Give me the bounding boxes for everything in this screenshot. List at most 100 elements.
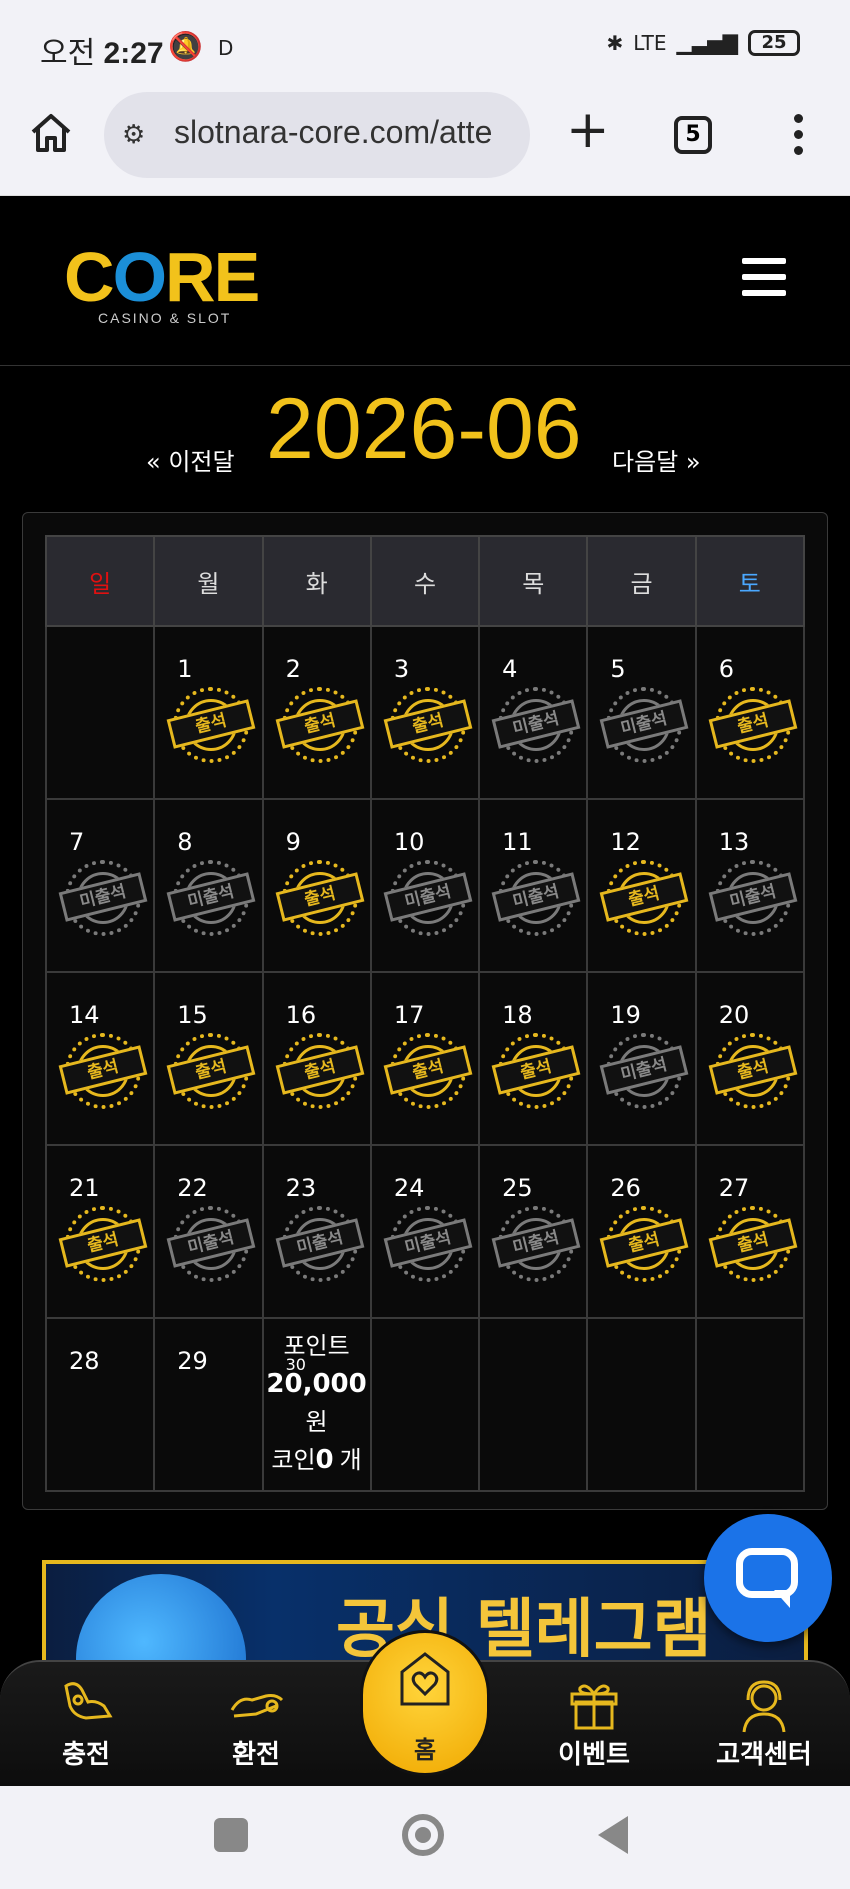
system-home-icon[interactable] xyxy=(402,1814,444,1856)
points-value: 20,000 xyxy=(266,1369,367,1399)
coin-label: 코인 xyxy=(271,1446,316,1474)
absent-stamp-icon: 미출석 xyxy=(491,687,581,763)
system-navigation-bar xyxy=(0,1786,850,1889)
status-time: 오전 2:27 xyxy=(40,28,164,72)
day-number: 28 xyxy=(69,1347,100,1375)
calendar-day-cell: 1 출석 xyxy=(153,625,264,800)
calendar-day-cell: 24 미출석 xyxy=(369,1144,481,1319)
day-number: 12 xyxy=(610,828,641,856)
calendar-week-row: 14 출석 15 출석 16 출석 17 출석 18 출석 19 미출석 20 출석 xyxy=(44,971,806,1146)
status-bar: 오전 2:27 🔕 D ✱ LTE ▁▃▅▇ 25 xyxy=(0,0,850,90)
weekday-fri: 금 xyxy=(586,535,697,627)
new-tab-icon[interactable]: + xyxy=(566,100,610,160)
calendar-day-cell: 25 미출석 xyxy=(478,1144,589,1319)
site-settings-icon[interactable]: ⚙ xyxy=(122,120,145,150)
nav-event[interactable]: 이벤트 xyxy=(534,1676,654,1771)
calendar-day-cell: 27 출석 xyxy=(694,1144,806,1319)
day-number: 30 xyxy=(285,1355,306,1374)
calendar-day-cell: 21 출석 xyxy=(44,1144,156,1319)
recent-apps-icon[interactable] xyxy=(214,1818,248,1852)
day-number: 8 xyxy=(177,828,193,856)
day-number: 1 xyxy=(177,655,193,683)
calendar-day-cell: 8 미출석 xyxy=(153,798,264,973)
calendar-week-row: 1 출석 2 출석 3 출석 4 미출석 5 미출석 6 출석 xyxy=(44,625,806,800)
attended-stamp-icon: 출석 xyxy=(383,687,473,763)
status-indicator: D xyxy=(218,36,234,60)
live-chat-button[interactable] xyxy=(704,1514,832,1642)
weekday-header-row: 일 월 화 수 목 금 토 xyxy=(44,535,806,627)
day-number: 18 xyxy=(502,1001,533,1029)
day-number: 17 xyxy=(393,1001,425,1029)
next-month-link[interactable]: 다음달 » xyxy=(612,442,701,477)
attended-stamp-icon: 출석 xyxy=(708,1033,798,1109)
nav-support[interactable]: 고객센터 xyxy=(704,1676,824,1771)
calendar-week-row: 28 29 포인트 20,000 원코인0 개 30 xyxy=(44,1317,806,1492)
address-bar[interactable]: ⚙ slotnara-core.com/atte xyxy=(104,92,530,178)
more-options-icon[interactable] xyxy=(788,110,808,160)
coin-unit: 개 xyxy=(339,1446,362,1474)
absent-stamp-icon: 미출석 xyxy=(275,1206,364,1282)
gift-icon xyxy=(570,1684,618,1730)
weekday-mon: 월 xyxy=(153,535,264,627)
absent-stamp-icon: 미출석 xyxy=(166,1206,256,1282)
points-summary: 포인트 20,000 원코인0 개 xyxy=(264,1327,370,1479)
site-header: CORE CASINO & SLOT xyxy=(0,196,850,366)
calendar-day-cell: 4 미출석 xyxy=(478,625,589,800)
day-number: 13 xyxy=(718,828,750,856)
attended-stamp-icon: 출석 xyxy=(708,1206,798,1282)
absent-stamp-icon: 미출석 xyxy=(708,860,798,936)
day-number: 27 xyxy=(718,1174,750,1202)
previous-month-link[interactable]: « 이전달 xyxy=(146,442,235,477)
calendar-day-cell: 16 출석 xyxy=(261,971,372,1146)
calendar-day-cell: 20 출석 xyxy=(694,971,806,1146)
time-prefix: 오전 xyxy=(40,37,96,70)
coin-summary: 코인0 개 xyxy=(264,1441,370,1479)
day-number: 15 xyxy=(177,1001,208,1029)
day-number: 5 xyxy=(610,655,626,683)
absent-stamp-icon: 미출석 xyxy=(166,860,256,936)
attended-stamp-icon: 출석 xyxy=(383,1033,473,1109)
day-number: 2 xyxy=(285,655,301,683)
absent-stamp-icon: 미출석 xyxy=(600,1033,689,1109)
day-number: 25 xyxy=(502,1174,533,1202)
home-icon[interactable] xyxy=(28,110,74,156)
attended-stamp-icon: 출석 xyxy=(58,1206,148,1282)
month-navigation: « 이전달 2026-06 다음달 » xyxy=(0,380,850,480)
attended-stamp-icon: 출석 xyxy=(166,687,256,763)
withdraw-icon xyxy=(230,1694,284,1718)
calendar-body: 1 출석 2 출석 3 출석 4 미출석 5 미출석 6 출석 7 미출석 8 미출석 9 출석 10 미출석 11 미출… xyxy=(44,625,806,1492)
site-logo[interactable]: CORE CASINO & SLOT xyxy=(64,242,260,326)
nav-withdraw-label: 환전 xyxy=(232,1740,280,1770)
day-number: 14 xyxy=(69,1001,100,1029)
attended-stamp-icon: 출석 xyxy=(275,860,364,936)
attendance-calendar-panel: 일 월 화 수 목 금 토 1 출석 2 출석 3 출석 4 미출석 5 미출석 6 출석 7 미출석 8 미… xyxy=(22,512,828,1510)
day-number: 24 xyxy=(393,1174,425,1202)
calendar-day-cell: 14 출석 xyxy=(44,971,156,1146)
calendar-day-cell: 23 미출석 xyxy=(261,1144,372,1319)
nav-home[interactable]: 홈 xyxy=(360,1630,490,1776)
tab-switcher-button[interactable]: 5 xyxy=(674,116,712,154)
nav-withdraw[interactable]: 환전 xyxy=(196,1676,316,1771)
points-label: 포인트 xyxy=(283,1332,350,1360)
calendar-day-cell: 19 미출석 xyxy=(586,971,697,1146)
hamburger-menu-icon[interactable] xyxy=(742,258,786,296)
nav-deposit[interactable]: 충전 xyxy=(26,1676,146,1771)
attended-stamp-icon: 출석 xyxy=(600,860,689,936)
absent-stamp-icon: 미출석 xyxy=(491,1206,581,1282)
attended-stamp-icon: 출석 xyxy=(275,1033,364,1109)
calendar-week-row: 7 미출석 8 미출석 9 출석 10 미출석 11 미출석 12 출석 13 미출석 xyxy=(44,798,806,973)
back-icon[interactable] xyxy=(598,1816,628,1854)
signal-icon: ▁▃▅▇ xyxy=(676,31,738,55)
battery-level: 25 xyxy=(761,32,787,53)
attended-stamp-icon: 출석 xyxy=(275,687,364,763)
day-number: 29 xyxy=(177,1347,208,1375)
attended-stamp-icon: 출석 xyxy=(600,1206,689,1282)
calendar-day-cell: 10 미출석 xyxy=(369,798,481,973)
battery-icon: 25 xyxy=(748,30,800,56)
attended-stamp-icon: 출석 xyxy=(708,687,798,763)
browser-toolbar: ⚙ slotnara-core.com/atte + 5 xyxy=(0,90,850,196)
points-unit: 원 xyxy=(305,1408,328,1436)
support-agent-icon xyxy=(742,1680,786,1733)
url-text: slotnara-core.com/atte xyxy=(174,114,493,150)
day-number: 20 xyxy=(718,1001,750,1029)
